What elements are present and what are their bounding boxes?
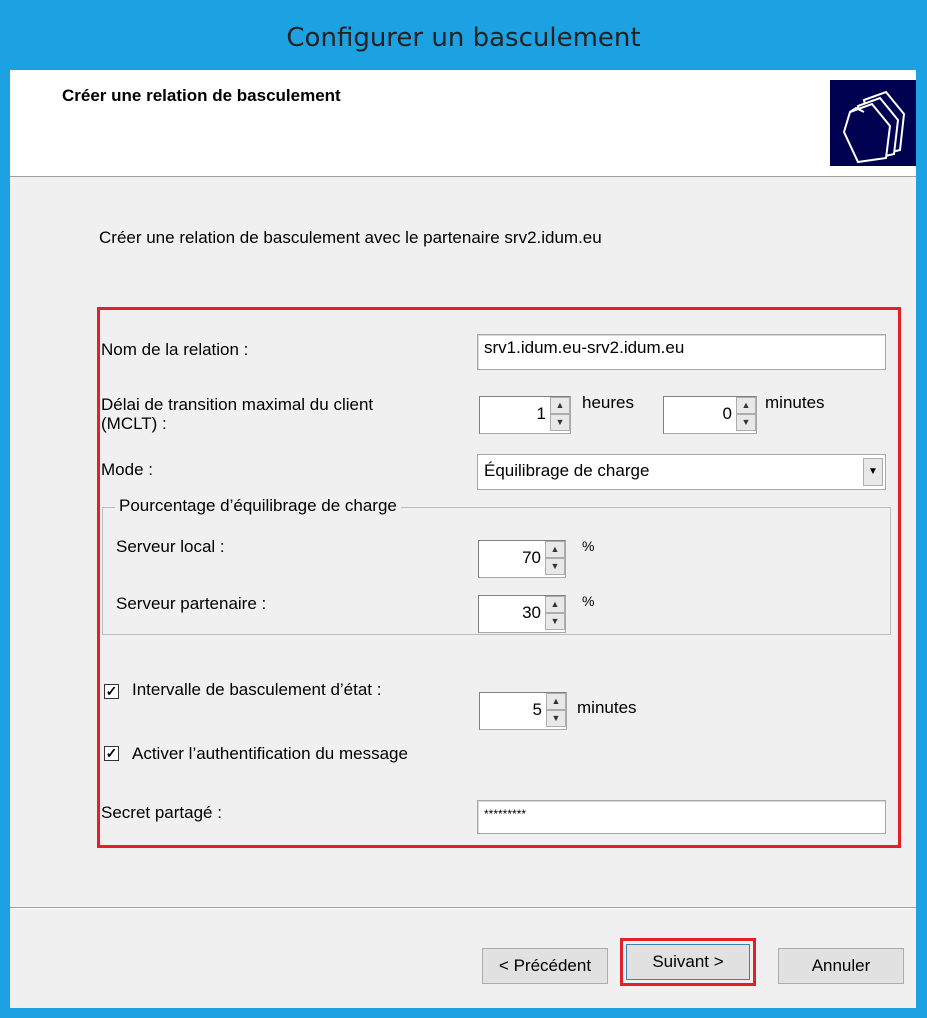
relation-name-input[interactable]: srv1.idum.eu-srv2.idum.eu	[477, 334, 886, 370]
state-switchover-value: 5	[532, 700, 542, 719]
mode-select[interactable]: Équilibrage de charge ▼	[477, 454, 886, 490]
mclt-label-line1: Délai de transition maximal du client	[101, 395, 374, 414]
relation-name-label: Nom de la relation :	[101, 340, 249, 359]
message-auth-label: Activer l’authentification du message	[132, 744, 408, 763]
intro-text: Créer une relation de basculement avec l…	[99, 228, 602, 247]
local-server-label: Serveur local :	[116, 537, 225, 556]
percent-sign: %	[582, 538, 595, 554]
mclt-hours-stepper[interactable]: 1 ▲ ▼	[479, 396, 571, 434]
window-title: Configurer un basculement	[286, 23, 641, 53]
mode-label: Mode :	[101, 460, 153, 479]
spin-down-icon[interactable]: ▼	[550, 414, 570, 431]
spin-up-icon[interactable]: ▲	[545, 541, 565, 558]
mclt-hours-value: 1	[536, 404, 546, 423]
hours-label: heures	[582, 393, 634, 412]
percent-sign: %	[582, 593, 595, 609]
highlighted-settings-area: Nom de la relation : srv1.idum.eu-srv2.i…	[97, 307, 901, 848]
partner-server-stepper[interactable]: 30 ▲ ▼	[478, 595, 566, 633]
partner-server-label: Serveur partenaire :	[116, 594, 267, 613]
message-auth-checkbox[interactable]: ✓	[104, 746, 119, 761]
previous-button[interactable]: < Précédent	[482, 948, 608, 984]
minutes-label: minutes	[765, 393, 825, 412]
spin-down-icon[interactable]: ▼	[546, 710, 566, 727]
checkmark-icon: ✓	[105, 683, 118, 699]
shared-secret-label: Secret partagé :	[101, 803, 222, 822]
folders-icon	[830, 80, 916, 166]
spin-up-icon[interactable]: ▲	[546, 693, 566, 710]
wizard-header: Créer une relation de basculement	[10, 70, 916, 177]
header-title: Créer une relation de basculement	[62, 86, 341, 105]
state-switchover-unit: minutes	[577, 698, 637, 717]
partner-server-value: 30	[522, 603, 541, 622]
dropdown-arrow-icon[interactable]: ▼	[863, 458, 883, 486]
mclt-label-line2: (MCLT) :	[101, 414, 167, 433]
local-server-value: 70	[522, 548, 541, 567]
spin-up-icon[interactable]: ▲	[545, 596, 565, 613]
cancel-button[interactable]: Annuler	[778, 948, 904, 984]
load-balance-group-title: Pourcentage d’équilibrage de charge	[115, 496, 401, 516]
checkmark-icon: ✓	[105, 745, 118, 761]
spin-down-icon[interactable]: ▼	[545, 558, 565, 575]
dialog-client-area: Créer une relation de basculement Créer …	[10, 70, 916, 1008]
mclt-minutes-stepper[interactable]: 0 ▲ ▼	[663, 396, 757, 434]
state-switchover-stepper[interactable]: 5 ▲ ▼	[479, 692, 567, 730]
next-button[interactable]: Suivant >	[626, 944, 750, 980]
spin-down-icon[interactable]: ▼	[545, 613, 565, 630]
dialog-window: Configurer un basculement Créer une rela…	[0, 0, 927, 1018]
mclt-minutes-value: 0	[722, 404, 732, 423]
state-switchover-checkbox[interactable]: ✓	[104, 684, 119, 699]
footer-separator	[10, 907, 916, 909]
spin-down-icon[interactable]: ▼	[736, 414, 756, 431]
mode-select-value: Équilibrage de charge	[484, 461, 650, 480]
local-server-stepper[interactable]: 70 ▲ ▼	[478, 540, 566, 578]
spin-up-icon[interactable]: ▲	[736, 397, 756, 414]
load-balance-groupbox: Pourcentage d’équilibrage de charge Serv…	[102, 496, 891, 635]
state-switchover-label: Intervalle de basculement d’état :	[132, 680, 382, 699]
spin-up-icon[interactable]: ▲	[550, 397, 570, 414]
shared-secret-input[interactable]: *********	[477, 800, 886, 834]
